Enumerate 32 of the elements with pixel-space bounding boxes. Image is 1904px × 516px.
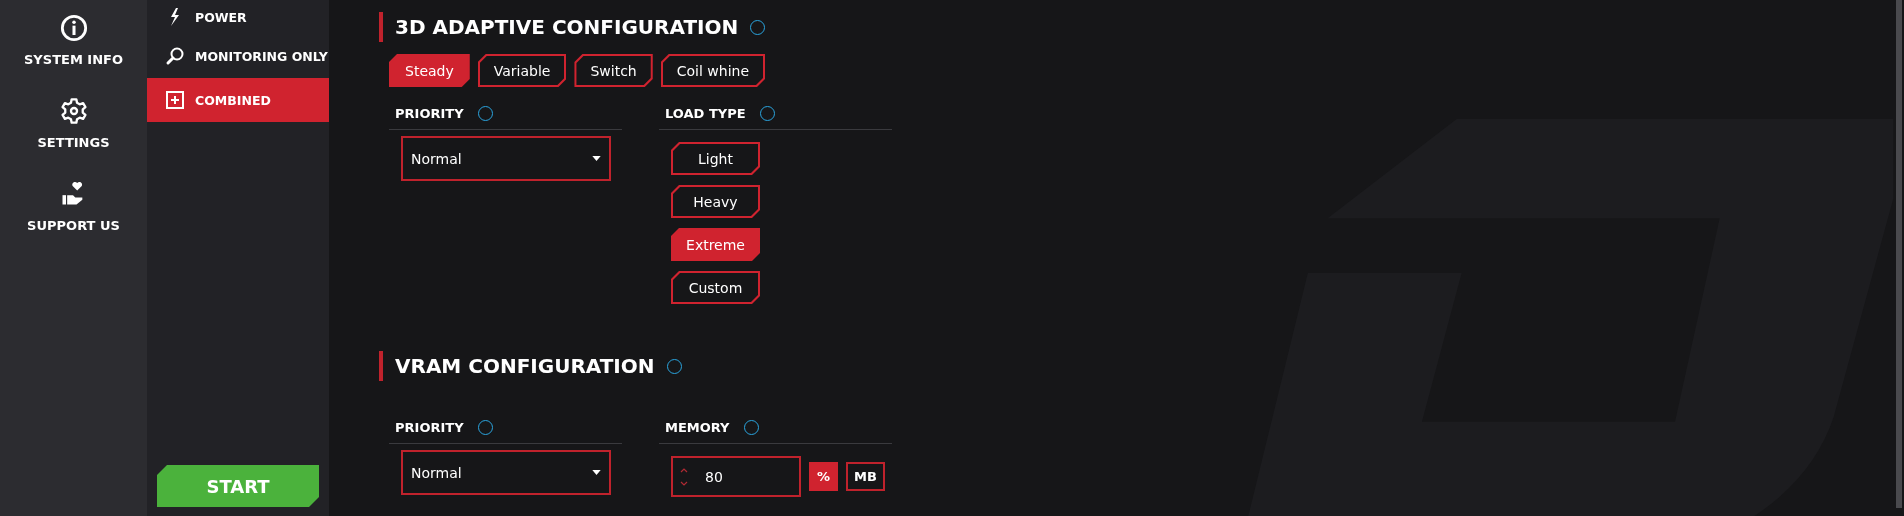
plus-square-icon [165, 90, 185, 110]
memory-input[interactable]: 80 [671, 456, 801, 497]
caret-icon [592, 470, 601, 475]
info-icon[interactable] [59, 14, 88, 42]
mode-tab[interactable]: Coil whine [660, 54, 765, 87]
caret-icon [592, 156, 601, 161]
field-label: PRIORITY [395, 105, 464, 121]
mode-tab[interactable]: Steady [389, 54, 470, 87]
section-title: VRAM CONFIGURATION [395, 354, 655, 378]
nav-label[interactable]: SYSTEM INFO [24, 52, 123, 67]
search-icon [165, 46, 185, 66]
scrollbar[interactable] [1896, 0, 1902, 508]
unit-toggle[interactable]: % [809, 462, 839, 491]
field-label: LOAD TYPE [665, 105, 746, 121]
test-mode-item[interactable]: MONITORING ONLY [147, 34, 329, 78]
nav-label[interactable]: SETTINGS [37, 135, 110, 150]
unit-toggle[interactable]: MB [846, 462, 885, 491]
load-type-option[interactable]: Heavy [671, 185, 760, 218]
mode-tab[interactable]: Variable [477, 54, 567, 87]
field-label: PRIORITY [395, 419, 464, 435]
load-type-option[interactable]: Extreme [671, 228, 760, 261]
test-mode-item[interactable]: POWER [147, 0, 329, 34]
test-mode-item[interactable]: COMBINED [147, 78, 329, 122]
priority-dropdown[interactable]: Normal [401, 450, 611, 495]
nav-label[interactable]: SUPPORT US [27, 218, 120, 233]
field-label: MEMORY [665, 419, 730, 435]
mode-tab[interactable]: Switch [574, 54, 653, 87]
settings-icon[interactable] [59, 97, 88, 125]
load-type-option[interactable]: Custom [671, 271, 760, 304]
priority-dropdown[interactable]: Normal [401, 136, 611, 181]
load-type-option[interactable]: Light [671, 142, 760, 175]
section-title: 3D ADAPTIVE CONFIGURATION [395, 15, 739, 39]
